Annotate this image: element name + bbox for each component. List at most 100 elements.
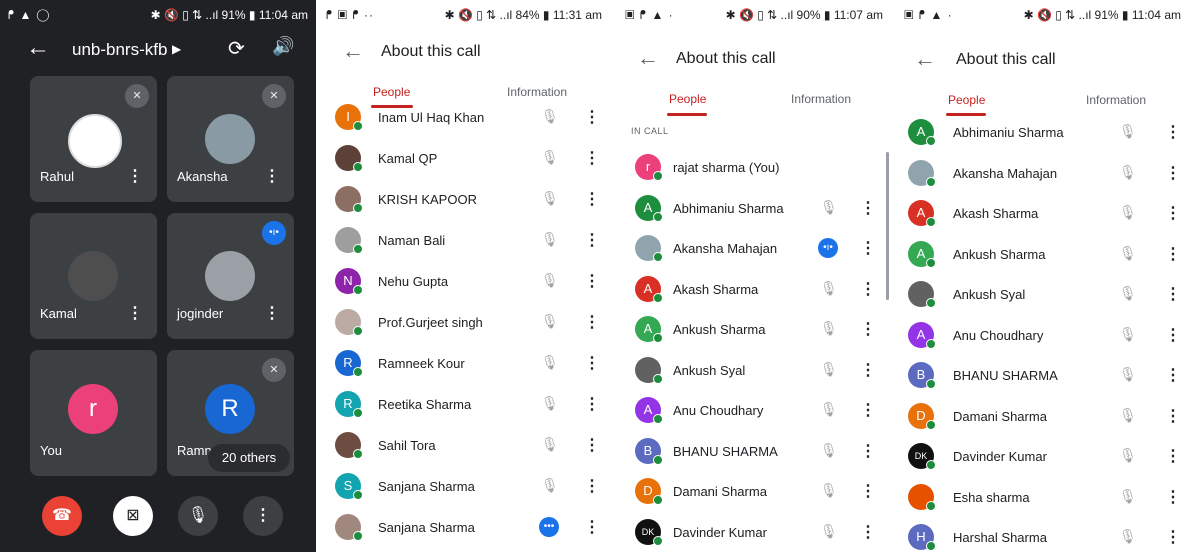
participant-row[interactable]: Prof.Gurjeet singh 🎙 ⋮ bbox=[318, 302, 610, 342]
participant-row[interactable]: B BHANU SHARMA 🎙 ⋮ bbox=[896, 355, 1189, 395]
more-options-icon[interactable]: ⋮ bbox=[860, 441, 876, 461]
participant-row[interactable]: A Ankush Sharma 🎙 ⋮ bbox=[617, 309, 891, 349]
more-options-icon[interactable]: ⋮ bbox=[1165, 527, 1181, 547]
avatar: r bbox=[68, 384, 118, 434]
more-options-icon[interactable]: ⋮ bbox=[860, 198, 876, 218]
participant-name: KRISH KAPOOR bbox=[378, 192, 477, 207]
more-options-icon[interactable]: ⋮ bbox=[1165, 325, 1181, 345]
switch-camera-icon[interactable]: ⟳ bbox=[228, 36, 245, 61]
more-options-icon[interactable]: ⋮ bbox=[1165, 163, 1181, 183]
participant-row[interactable]: A Abhimaniu Sharma 🎙 ⋮ bbox=[617, 188, 891, 228]
participant-name: Davinder Kumar bbox=[673, 524, 767, 540]
more-options-icon[interactable]: ⋮ bbox=[1165, 365, 1181, 385]
more-options-icon[interactable]: ⋮ bbox=[584, 271, 600, 291]
participant-tile[interactable]: ✕ Akansha ⋮ bbox=[167, 76, 294, 202]
more-options-icon[interactable]: ⋮ bbox=[584, 107, 600, 127]
meeting-code[interactable]: unb-bnrs-kfb bbox=[72, 40, 167, 60]
participant-name: BHANU SHARMA bbox=[673, 443, 778, 459]
participant-row[interactable]: KRISH KAPOOR 🎙 ⋮ bbox=[318, 179, 610, 219]
participant-tile[interactable]: r You bbox=[30, 350, 157, 476]
more-options-icon[interactable]: ⋮ bbox=[860, 481, 876, 501]
more-options-icon[interactable]: ⋮ bbox=[127, 303, 143, 323]
more-options-icon[interactable]: ⋮ bbox=[584, 189, 600, 209]
caret-right-icon[interactable]: ▶ bbox=[172, 42, 181, 56]
more-options-icon[interactable]: ⋮ bbox=[264, 166, 280, 186]
participant-row[interactable]: R Reetika Sharma 🎙 ⋮ bbox=[318, 384, 610, 424]
participant-row[interactable]: H Harshal Sharma 🎙 ⋮ bbox=[896, 517, 1189, 552]
tab-people[interactable]: People bbox=[948, 93, 985, 107]
participant-row[interactable]: Kamal QP 🎙 ⋮ bbox=[318, 138, 610, 178]
participant-row[interactable]: D Damani Sharma 🎙 ⋮ bbox=[896, 396, 1189, 436]
more-options-icon[interactable]: ⋮ bbox=[1165, 244, 1181, 264]
more-options-icon[interactable]: ⋮ bbox=[584, 435, 600, 455]
more-options-icon[interactable]: ⋮ bbox=[584, 148, 600, 168]
mic-button[interactable]: 🎙 bbox=[178, 496, 218, 536]
more-options-icon[interactable]: ⋮ bbox=[860, 279, 876, 299]
more-options-icon[interactable]: ⋮ bbox=[1165, 284, 1181, 304]
participant-row[interactable]: B BHANU SHARMA 🎙 ⋮ bbox=[617, 431, 891, 471]
tab-information[interactable]: Information bbox=[1086, 93, 1146, 107]
tab-information[interactable]: Information bbox=[791, 92, 851, 106]
more-options-icon[interactable]: ⋮ bbox=[860, 400, 876, 420]
more-options-icon[interactable]: ⋮ bbox=[860, 522, 876, 542]
participant-row[interactable]: R Ramneek Kour 🎙 ⋮ bbox=[318, 343, 610, 383]
more-options-icon[interactable]: ⋮ bbox=[860, 360, 876, 380]
more-options-icon[interactable]: ⋮ bbox=[1165, 487, 1181, 507]
back-arrow-icon[interactable]: ← bbox=[342, 38, 364, 64]
participant-row[interactable]: r rajat sharma (You) bbox=[617, 147, 891, 187]
participant-row[interactable]: Ankush Syal 🎙 ⋮ bbox=[617, 350, 891, 390]
back-arrow-icon[interactable]: ← bbox=[637, 45, 659, 71]
participant-row[interactable]: DK Davinder Kumar 🎙 ⋮ bbox=[617, 512, 891, 552]
participant-row[interactable]: A Akash Sharma 🎙 ⋮ bbox=[896, 193, 1189, 233]
participant-name: Reetika Sharma bbox=[378, 397, 472, 412]
more-options-icon[interactable]: ⋮ bbox=[264, 303, 280, 323]
participant-row[interactable]: N Nehu Gupta 🎙 ⋮ bbox=[318, 261, 610, 301]
participant-name: Kamal bbox=[40, 306, 77, 321]
more-options-icon[interactable]: ⋮ bbox=[584, 476, 600, 496]
end-call-button[interactable]: ☎ bbox=[42, 496, 82, 536]
camera-off-button[interactable]: ⊠ bbox=[113, 496, 153, 536]
back-arrow-icon[interactable]: ← bbox=[26, 34, 50, 62]
more-options-icon[interactable]: ⋮ bbox=[1165, 122, 1181, 142]
more-options-icon[interactable]: ⋮ bbox=[1165, 406, 1181, 426]
page-title: About this call bbox=[956, 51, 1056, 68]
more-options-icon[interactable]: ⋮ bbox=[584, 517, 600, 537]
participant-row[interactable]: A Anu Choudhary 🎙 ⋮ bbox=[896, 315, 1189, 355]
speaker-icon[interactable]: 🔊 bbox=[272, 36, 294, 57]
participant-row[interactable]: Esha sharma 🎙 ⋮ bbox=[896, 477, 1189, 517]
more-options-icon[interactable]: ⋮ bbox=[584, 353, 600, 373]
more-options-icon[interactable]: ⋮ bbox=[584, 394, 600, 414]
participant-tile[interactable]: ✕ Rahul ⋮ bbox=[30, 76, 157, 202]
participant-row[interactable]: Ankush Syal 🎙 ⋮ bbox=[896, 274, 1189, 314]
others-badge[interactable]: 20 others bbox=[208, 444, 290, 472]
more-options-icon[interactable]: ⋮ bbox=[1165, 446, 1181, 466]
participant-row[interactable]: Akansha Mahajan 🎙 ⋮ bbox=[896, 153, 1189, 193]
more-vert-icon: ⋮ bbox=[255, 507, 271, 524]
mic-off-icon: 🎙 bbox=[1119, 406, 1137, 423]
participant-row[interactable]: A Ankush Sharma 🎙 ⋮ bbox=[896, 234, 1189, 274]
participant-row[interactable]: A Akash Sharma 🎙 ⋮ bbox=[617, 269, 891, 309]
participant-tile[interactable]: •ı• joginder ⋮ bbox=[167, 213, 294, 339]
more-options-icon[interactable]: ⋮ bbox=[1165, 203, 1181, 223]
participant-row[interactable]: DK Davinder Kumar 🎙 ⋮ bbox=[896, 436, 1189, 476]
more-options-icon[interactable]: ⋮ bbox=[860, 238, 876, 258]
participant-row[interactable]: I Inam Ul Haq Khan 🎙 ⋮ bbox=[318, 97, 610, 137]
participant-row[interactable]: Naman Bali 🎙 ⋮ bbox=[318, 220, 610, 260]
participant-row[interactable]: Sahil Tora 🎙 ⋮ bbox=[318, 425, 610, 465]
participant-row[interactable]: D Damani Sharma 🎙 ⋮ bbox=[617, 471, 891, 511]
more-options-icon[interactable]: ⋮ bbox=[584, 230, 600, 250]
participant-tile[interactable]: Kamal ⋮ bbox=[30, 213, 157, 339]
participant-row[interactable]: A Abhimaniu Sharma 🎙 ⋮ bbox=[896, 112, 1189, 152]
mic-off-icon: 🎙 bbox=[1119, 487, 1137, 504]
more-options-icon[interactable]: ⋮ bbox=[584, 312, 600, 332]
more-options-icon[interactable]: ⋮ bbox=[860, 319, 876, 339]
tab-people[interactable]: People bbox=[669, 92, 706, 106]
more-options-icon[interactable]: ⋮ bbox=[127, 166, 143, 186]
participant-row[interactable]: Akansha Mahajan •ı• ⋮ bbox=[617, 228, 891, 268]
participant-row[interactable]: A Anu Choudhary 🎙 ⋮ bbox=[617, 390, 891, 430]
online-dot bbox=[926, 379, 936, 389]
more-options-button[interactable]: ⋮ bbox=[243, 496, 283, 536]
participant-row[interactable]: Sanjana Sharma ••• ⋮ bbox=[318, 507, 610, 547]
participant-row[interactable]: S Sanjana Sharma 🎙 ⋮ bbox=[318, 466, 610, 506]
back-arrow-icon[interactable]: ← bbox=[914, 46, 936, 72]
